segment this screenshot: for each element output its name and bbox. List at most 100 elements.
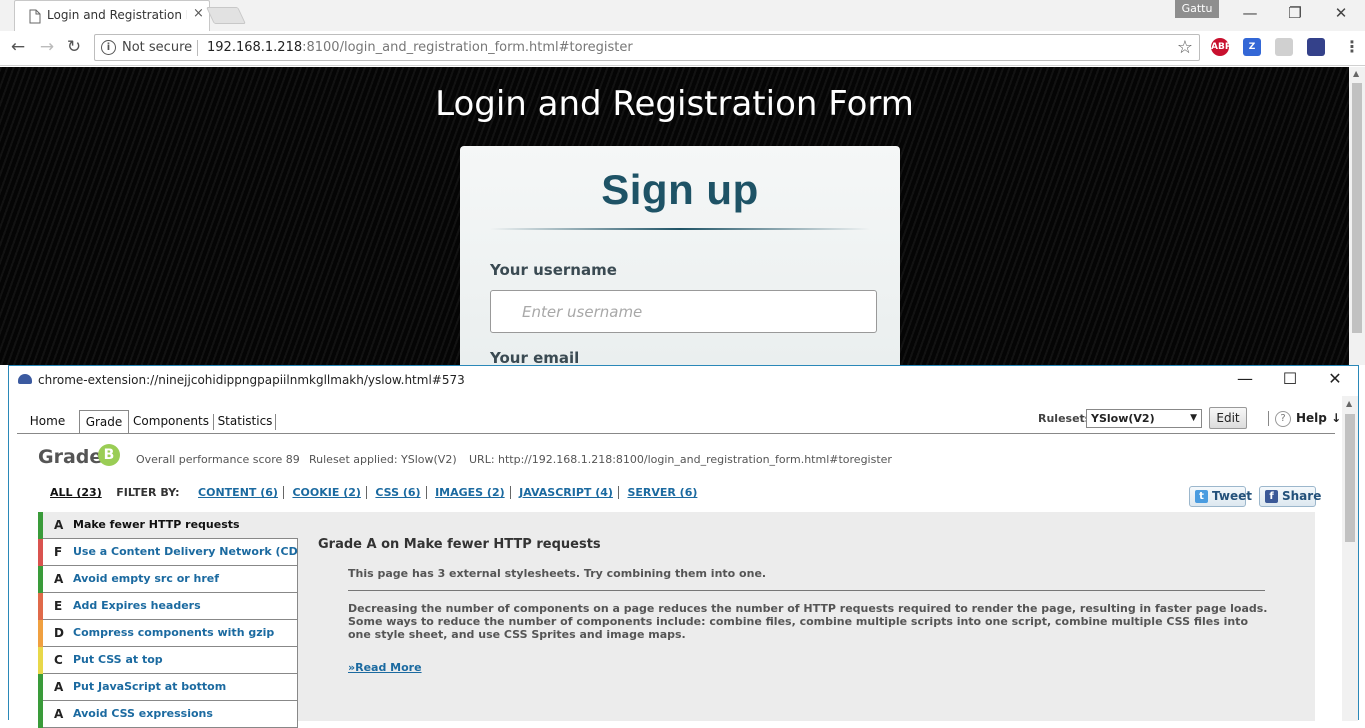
grade-color-bar	[38, 593, 43, 620]
tab-grade[interactable]: Grade	[79, 410, 129, 434]
tab-home[interactable]: Home	[17, 410, 78, 434]
tab-statistics[interactable]: Statistics	[215, 410, 275, 434]
username-field[interactable]	[490, 290, 877, 333]
rule-grade: F	[54, 545, 63, 559]
tab-title: Login and Registration Fo	[47, 8, 187, 22]
rule-name[interactable]: Add Expires headers	[73, 593, 201, 619]
rule-row[interactable]: C Put CSS at top	[38, 647, 298, 674]
filter-images-link[interactable]: IMAGES (2)	[430, 486, 511, 499]
username-label: Your username	[490, 261, 617, 279]
scroll-thumb[interactable]	[1352, 83, 1362, 333]
detail-title: Grade A on Make fewer HTTP requests	[318, 537, 601, 552]
close-window-icon[interactable]: ✕	[1326, 4, 1356, 22]
popup-maximize-icon[interactable]: ☐	[1275, 369, 1305, 388]
rule-row[interactable]: F Use a Content Delivery Network (CDN)	[38, 539, 312, 566]
rule-name[interactable]: Make fewer HTTP requests	[73, 512, 240, 538]
scroll-up-icon[interactable]: ▲	[1353, 69, 1359, 78]
popup-titlebar: chrome-extension://ninejjcohidippngpapii…	[9, 366, 1358, 396]
restore-icon[interactable]: ❐	[1280, 4, 1310, 22]
grade-color-bar	[38, 512, 43, 539]
omnibox-separator	[197, 40, 198, 56]
scroll-thumb[interactable]	[1345, 414, 1355, 542]
filter-javascript-link[interactable]: JAVASCRIPT (4)	[514, 486, 619, 499]
read-more-link[interactable]: »Read More	[348, 661, 422, 674]
yslow-icon[interactable]	[1307, 38, 1325, 56]
rule-name[interactable]: Put JavaScript at bottom	[73, 674, 226, 700]
grade-color-bar	[38, 620, 43, 647]
new-tab-button[interactable]	[206, 7, 246, 24]
tab-separator	[275, 414, 276, 430]
rule-name[interactable]: Put CSS at top	[73, 647, 163, 673]
filter-content-link[interactable]: CONTENT (6)	[193, 486, 284, 499]
tab-close-icon[interactable]: ×	[193, 6, 204, 21]
help-separator	[1268, 411, 1269, 426]
rule-grade: A	[54, 680, 64, 694]
filter-server-link[interactable]: SERVER (6)	[622, 486, 702, 499]
popup-close-icon[interactable]: ✕	[1320, 369, 1350, 388]
address-bar[interactable]: i Not secure 192.168.1.218:8100/login_an…	[94, 34, 1200, 61]
grade-color-bar	[38, 674, 43, 701]
menu-icon[interactable]: ⋮	[1344, 37, 1360, 56]
grade-color-bar	[38, 647, 43, 674]
filter-css-link[interactable]: CSS (6)	[370, 486, 427, 499]
url-text[interactable]: 192.168.1.218:8100/login_and_registratio…	[207, 40, 633, 55]
filter-cookie-link[interactable]: COOKIE (2)	[287, 486, 367, 499]
profile-button[interactable]: Gattu	[1175, 0, 1219, 18]
url-path: :8100/login_and_registration_form.html#t…	[302, 40, 633, 55]
zotero-icon[interactable]: Z	[1243, 38, 1261, 56]
rule-grade: C	[54, 653, 63, 667]
bookmark-star-icon[interactable]: ☆	[1177, 37, 1193, 58]
web-page: Login and Registration Form Sign up Your…	[0, 67, 1349, 365]
browser-tab[interactable]: Login and Registration Fo ×	[14, 0, 210, 31]
ruleset-select[interactable]: YSlow(V2) ▼	[1086, 409, 1202, 428]
security-label[interactable]: Not secure	[122, 40, 192, 55]
rule-row[interactable]: A Make fewer HTTP requests	[38, 512, 298, 539]
rule-grade: A	[54, 572, 64, 586]
help-link[interactable]: Help ↓	[1296, 411, 1341, 425]
ruleset-applied: Ruleset applied: YSlow(V2)	[309, 453, 457, 466]
ruleset-value: YSlow(V2)	[1091, 412, 1155, 425]
scroll-up-icon[interactable]: ▲	[1346, 399, 1352, 408]
chevron-down-icon: ▼	[1190, 413, 1197, 423]
share-label: Share	[1282, 489, 1322, 503]
back-icon[interactable]: ←	[7, 37, 29, 57]
info-icon[interactable]: i	[101, 40, 116, 55]
rule-name[interactable]: Use a Content Delivery Network (CDN)	[73, 539, 312, 565]
popup-minimize-icon[interactable]: —	[1230, 369, 1260, 388]
edit-button[interactable]: Edit	[1209, 407, 1247, 429]
forward-icon[interactable]: →	[36, 37, 58, 57]
rule-row[interactable]: A Avoid empty src or href	[38, 566, 298, 593]
pdf-icon[interactable]	[1275, 38, 1293, 56]
rule-row[interactable]: E Add Expires headers	[38, 593, 298, 620]
grade-heading: Grade	[38, 446, 103, 468]
browser-toolbar: ← → ↻ i Not secure 192.168.1.218:8100/lo…	[0, 31, 1365, 66]
rule-name[interactable]: Compress components with gzip	[73, 620, 274, 646]
adblock-plus-icon[interactable]: ABP	[1211, 38, 1231, 56]
reload-icon[interactable]: ↻	[63, 37, 85, 57]
page-url: URL: http://192.168.1.218:8100/login_and…	[469, 453, 892, 466]
rule-name[interactable]: Avoid CSS expressions	[73, 701, 213, 727]
twitter-icon: t	[1195, 490, 1208, 503]
minimize-icon[interactable]: —	[1235, 4, 1265, 22]
rule-grade: A	[54, 518, 64, 532]
rule-row[interactable]: D Compress components with gzip	[38, 620, 298, 647]
rules-list: A Make fewer HTTP requests F Use a Content …	[38, 512, 312, 728]
rule-detail-panel: Grade A on Make fewer HTTP requests This…	[298, 512, 1315, 721]
title-divider	[490, 228, 870, 230]
share-button[interactable]: f Share	[1259, 486, 1321, 507]
rule-row[interactable]: A Put JavaScript at bottom	[38, 674, 298, 701]
popup-title: chrome-extension://ninejjcohidippngpapii…	[38, 373, 465, 387]
rule-row[interactable]: A Avoid CSS expressions	[38, 701, 298, 728]
help-icon[interactable]: ?	[1275, 411, 1291, 427]
detail-description: Decreasing the number of components on a…	[348, 602, 1268, 641]
rule-grade: E	[54, 599, 63, 613]
tab-components[interactable]: Components	[131, 410, 211, 434]
page-scrollbar[interactable]: ▲	[1349, 67, 1365, 365]
username-input[interactable]	[491, 291, 876, 332]
filter-all-link[interactable]: ALL (23)	[50, 486, 102, 499]
popup-scrollbar[interactable]: ▲	[1342, 396, 1358, 721]
tweet-button[interactable]: t Tweet	[1189, 486, 1252, 507]
rule-name[interactable]: Avoid empty src or href	[73, 566, 219, 592]
grade-color-bar	[38, 539, 43, 566]
rulesets-label: Rulesets	[1038, 412, 1092, 425]
